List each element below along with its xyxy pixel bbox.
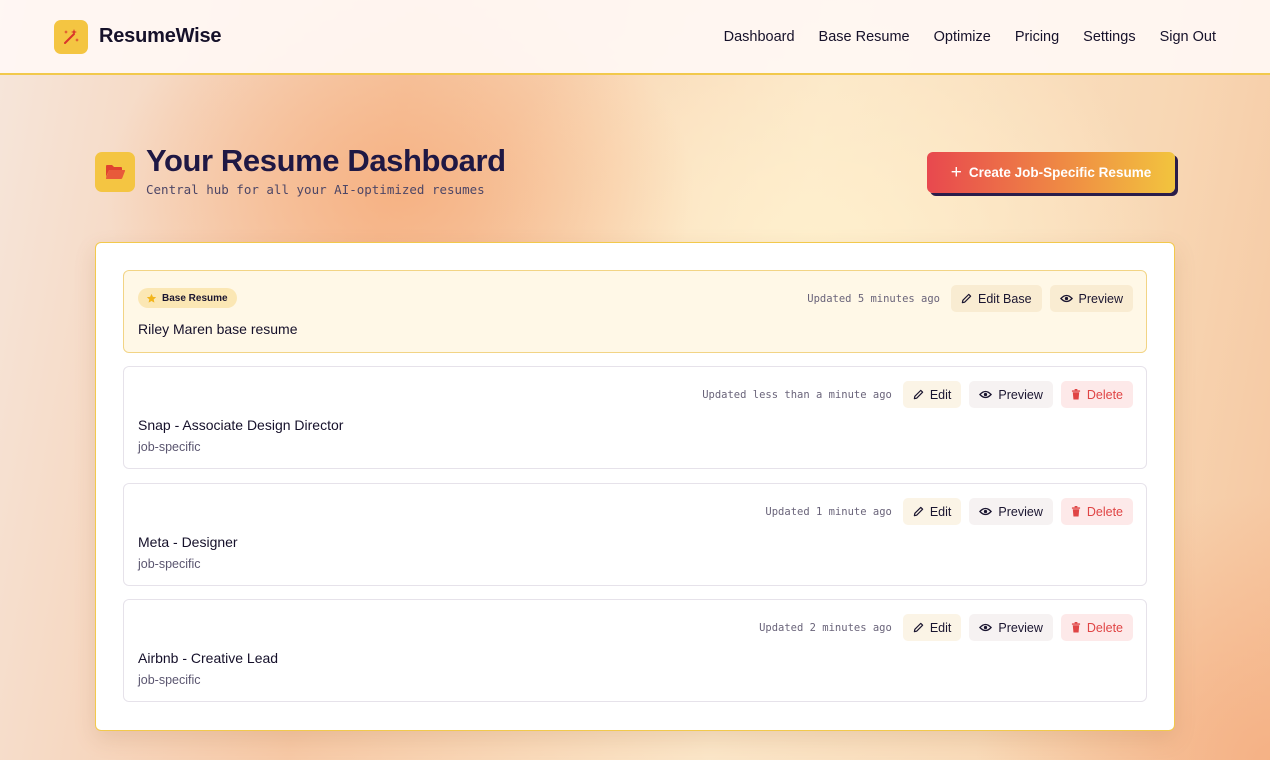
nav-sign-out[interactable]: Sign Out <box>1160 29 1216 45</box>
pencil-icon <box>961 293 972 304</box>
resume-type: job-specific <box>138 440 201 454</box>
preview-base-button[interactable]: Preview <box>1049 285 1133 312</box>
edit-button[interactable]: Edit <box>902 498 962 525</box>
create-job-specific-resume-button[interactable]: + Create Job-Specific Resume <box>927 152 1175 193</box>
page-subtitle: Central hub for all your AI-optimized re… <box>146 182 485 197</box>
brand[interactable]: ResumeWise <box>54 19 222 54</box>
eye-icon <box>979 623 993 632</box>
preview-base-label: Preview <box>1078 291 1123 306</box>
resume-card: Updated 1 minute ago Edit Preview Delete… <box>123 483 1147 586</box>
resume-list-panel: Base Resume Updated 5 minutes ago Edit B… <box>95 242 1175 731</box>
resume-type: job-specific <box>138 673 201 687</box>
delete-button[interactable]: Delete <box>1060 498 1133 525</box>
main-nav: Dashboard Base Resume Optimize Pricing S… <box>724 29 1216 45</box>
edit-label: Edit <box>929 387 952 402</box>
brand-name: ResumeWise <box>99 25 222 47</box>
resume-actions: Updated 1 minute ago Edit Preview Delete <box>765 498 1133 525</box>
edit-button[interactable]: Edit <box>902 614 962 641</box>
resume-title[interactable]: Snap - Associate Design Director <box>138 417 343 433</box>
updated-timestamp: Updated 2 minutes ago <box>759 621 892 634</box>
resume-card: Updated less than a minute ago Edit Prev… <box>123 366 1147 469</box>
top-nav-bar: ResumeWise Dashboard Base Resume Optimiz… <box>0 0 1270 75</box>
updated-timestamp: Updated 5 minutes ago <box>807 292 941 305</box>
resume-title[interactable]: Meta - Designer <box>138 534 238 550</box>
delete-button[interactable]: Delete <box>1060 614 1133 641</box>
delete-label: Delete <box>1086 387 1123 402</box>
badge-label: Base Resume <box>162 292 228 304</box>
preview-label: Preview <box>998 387 1043 402</box>
preview-label: Preview <box>998 620 1043 635</box>
star-icon <box>146 293 157 303</box>
preview-button[interactable]: Preview <box>969 498 1053 525</box>
resume-actions: Updated 2 minutes ago Edit Preview Delet… <box>759 614 1133 641</box>
resume-title[interactable]: Airbnb - Creative Lead <box>138 650 278 666</box>
edit-label: Edit <box>929 620 952 635</box>
nav-dashboard[interactable]: Dashboard <box>724 29 795 45</box>
edit-button[interactable]: Edit <box>902 381 962 408</box>
folder-open-icon <box>95 152 135 192</box>
pencil-icon <box>913 622 924 633</box>
updated-timestamp: Updated less than a minute ago <box>702 388 892 401</box>
resume-card: Updated 2 minutes ago Edit Preview Delet… <box>123 599 1147 702</box>
edit-base-button[interactable]: Edit Base <box>951 285 1042 312</box>
base-resume-title[interactable]: Riley Maren base resume <box>138 321 298 337</box>
base-resume-card: Base Resume Updated 5 minutes ago Edit B… <box>123 270 1147 353</box>
pencil-icon <box>913 389 924 400</box>
nav-base-resume[interactable]: Base Resume <box>819 29 910 45</box>
resume-type: job-specific <box>138 557 201 571</box>
preview-label: Preview <box>998 504 1043 519</box>
preview-button[interactable]: Preview <box>969 614 1053 641</box>
eye-icon <box>979 507 993 516</box>
page-title: Your Resume Dashboard <box>146 143 506 178</box>
delete-label: Delete <box>1086 620 1123 635</box>
delete-button[interactable]: Delete <box>1060 381 1133 408</box>
trash-icon <box>1071 506 1080 517</box>
pencil-icon <box>913 506 924 517</box>
trash-icon <box>1071 622 1080 633</box>
base-resume-actions: Updated 5 minutes ago Edit Base Preview <box>807 285 1133 312</box>
eye-icon <box>1059 294 1073 303</box>
preview-button[interactable]: Preview <box>969 381 1053 408</box>
edit-base-label: Edit Base <box>978 291 1032 306</box>
resume-actions: Updated less than a minute ago Edit Prev… <box>702 381 1133 408</box>
base-resume-badge: Base Resume <box>138 288 237 308</box>
nav-settings[interactable]: Settings <box>1083 29 1135 45</box>
magic-wand-icon <box>54 19 88 54</box>
nav-pricing[interactable]: Pricing <box>1015 29 1059 45</box>
edit-label: Edit <box>929 504 952 519</box>
delete-label: Delete <box>1086 504 1123 519</box>
nav-optimize[interactable]: Optimize <box>934 29 991 45</box>
create-button-label: Create Job-Specific Resume <box>968 165 1152 180</box>
plus-icon: + <box>950 162 962 183</box>
page-header: Your Resume Dashboard Central hub for al… <box>95 144 506 197</box>
eye-icon <box>979 390 993 399</box>
updated-timestamp: Updated 1 minute ago <box>765 505 892 518</box>
trash-icon <box>1071 389 1080 400</box>
